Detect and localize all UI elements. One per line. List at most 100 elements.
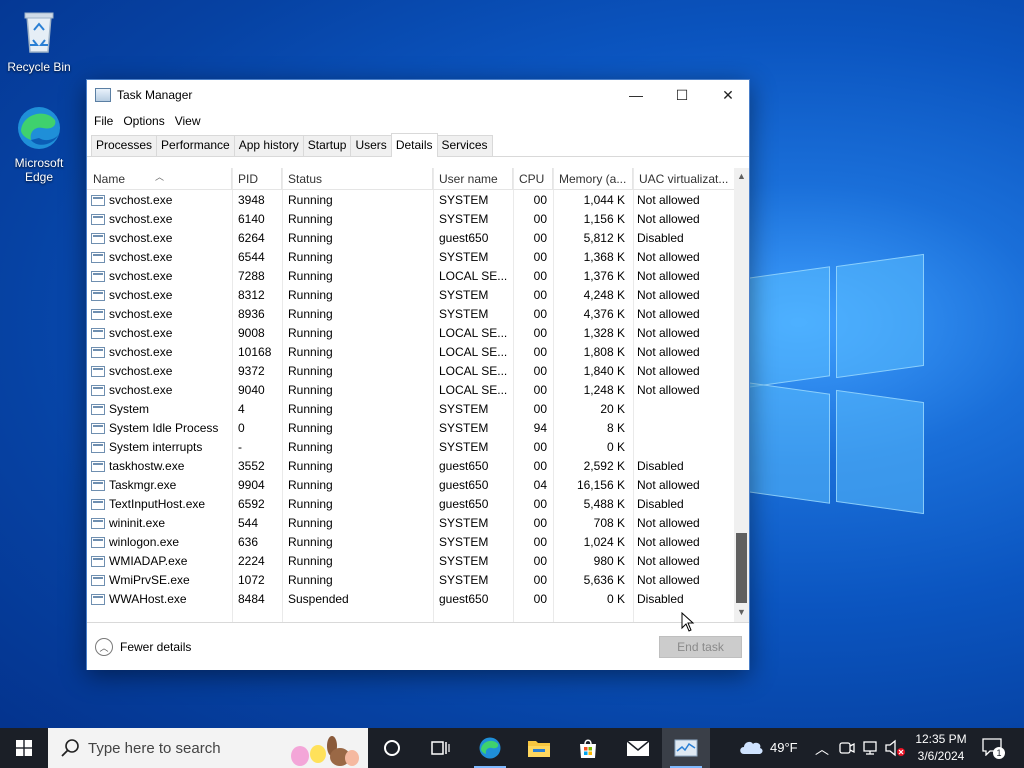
table-row[interactable]: svchost.exe 8312 Running SYSTEM 00 4,248 K Not… xyxy=(87,286,735,305)
weather-temperature[interactable]: 49°F xyxy=(770,740,798,755)
taskbar-store-button[interactable] xyxy=(564,728,612,768)
show-hidden-icons-chevron-icon[interactable]: ︿ xyxy=(815,739,829,759)
table-row[interactable]: svchost.exe 6264 Running guest650 00 5,812 K D… xyxy=(87,229,735,248)
table-row[interactable]: svchost.exe 3948 Running SYSTEM 00 1,044 K Not… xyxy=(87,191,735,210)
column-header-cpu[interactable]: CPU xyxy=(513,168,553,190)
cpu-cell: 00 xyxy=(533,497,547,511)
process-icon xyxy=(91,575,105,586)
memory-cell: 1,044 K xyxy=(583,193,625,207)
table-row[interactable]: TextInputHost.exe 6592 Running guest650 00 5,… xyxy=(87,495,735,514)
table-row[interactable]: wininit.exe 544 Running SYSTEM 00 708 K Not al… xyxy=(87,514,735,533)
scrollbar-thumb[interactable] xyxy=(736,533,747,603)
end-task-button[interactable]: End task xyxy=(659,636,742,658)
column-header-name[interactable]: ︿ Name xyxy=(87,168,232,190)
scroll-down-icon[interactable]: ▼ xyxy=(734,604,749,620)
column-header-user-name[interactable]: User name xyxy=(433,168,513,190)
cpu-cell: 00 xyxy=(533,345,547,359)
memory-cell: 980 K xyxy=(593,554,625,568)
table-row[interactable]: svchost.exe 6544 Running SYSTEM 00 1,368 K Not… xyxy=(87,248,735,267)
column-header-uac[interactable]: UAC virtualizat... xyxy=(633,168,735,190)
uac-cell: Not allowed xyxy=(637,288,700,302)
fewer-details-button[interactable]: ︿ Fewer details xyxy=(95,638,191,656)
network-icon[interactable] xyxy=(861,740,879,756)
tab-performance[interactable]: Performance xyxy=(156,135,235,156)
cpu-cell: 00 xyxy=(533,288,547,302)
menu-view[interactable]: View xyxy=(170,110,206,132)
desktop-icon-edge[interactable]: Microsoft Edge xyxy=(1,104,77,184)
table-row[interactable]: System interrupts - Running SYSTEM 00 0 K xyxy=(87,438,735,457)
table-row[interactable]: System 4 Running SYSTEM 00 20 K xyxy=(87,400,735,419)
pid-cell: 6140 xyxy=(238,212,265,226)
menu-file[interactable]: File xyxy=(89,110,118,132)
tab-processes[interactable]: Processes xyxy=(91,135,158,156)
table-row[interactable]: svchost.exe 9008 Running LOCAL SE... 00 1,328… xyxy=(87,324,735,343)
mouse-cursor-icon xyxy=(681,612,695,632)
table-row[interactable]: svchost.exe 8936 Running SYSTEM 00 4,376 K Not… xyxy=(87,305,735,324)
table-row[interactable]: svchost.exe 9040 Running LOCAL SE... 00 1,248… xyxy=(87,381,735,400)
weather-cloud-icon[interactable] xyxy=(738,738,764,756)
column-header-memory[interactable]: Memory (a... xyxy=(553,168,633,190)
status-cell: Running xyxy=(288,288,333,302)
minimize-button[interactable]: — xyxy=(613,80,659,110)
tab-details[interactable]: Details xyxy=(390,133,438,157)
clock-time[interactable]: 12:35 PM xyxy=(915,732,967,746)
clock-date[interactable]: 3/6/2024 xyxy=(913,749,969,763)
cortana-button[interactable] xyxy=(368,728,416,768)
table-row[interactable]: winlogon.exe 636 Running SYSTEM 00 1,024 K Not… xyxy=(87,533,735,552)
table-row[interactable]: svchost.exe 9372 Running LOCAL SE... 00 1,840… xyxy=(87,362,735,381)
windows-start-icon xyxy=(16,740,32,756)
desktop-icon-recycle-bin[interactable]: Recycle Bin xyxy=(1,8,77,74)
process-name: svchost.exe xyxy=(109,364,173,378)
vertical-scrollbar[interactable]: ▲ ▼ xyxy=(734,168,749,622)
tab-app-history[interactable]: App history xyxy=(233,135,304,156)
cpu-cell: 00 xyxy=(533,231,547,245)
uac-cell: Not allowed xyxy=(637,212,700,226)
taskbar-edge-button[interactable] xyxy=(466,728,514,768)
column-header-pid[interactable]: PID xyxy=(232,168,282,190)
process-icon xyxy=(91,461,105,472)
menu-options[interactable]: Options xyxy=(118,110,169,132)
taskbar-search-box[interactable]: Type here to search xyxy=(48,728,368,768)
memory-cell: 1,248 K xyxy=(583,383,625,397)
taskbar-file-explorer-button[interactable] xyxy=(515,728,563,768)
meet-now-icon[interactable] xyxy=(838,740,856,756)
scroll-up-icon[interactable]: ▲ xyxy=(734,168,749,184)
task-manager-window[interactable]: Task Manager — ☐ ✕ File Options View Pro… xyxy=(86,79,750,670)
fewer-details-label: Fewer details xyxy=(120,640,192,654)
start-button[interactable] xyxy=(0,728,48,768)
process-icon xyxy=(91,385,105,396)
table-row[interactable]: svchost.exe 10168 Running LOCAL SE... 00 1,80… xyxy=(87,343,735,362)
notification-count-badge: 1 xyxy=(993,747,1005,759)
tab-services[interactable]: Services xyxy=(436,135,493,156)
table-row[interactable]: svchost.exe 6140 Running SYSTEM 00 1,156 K Not… xyxy=(87,210,735,229)
taskbar-mail-button[interactable] xyxy=(614,728,662,768)
title-bar[interactable]: Task Manager — ☐ ✕ xyxy=(87,80,749,110)
taskbar-task-manager-button[interactable] xyxy=(662,728,710,768)
process-name: Taskmgr.exe xyxy=(109,478,177,492)
uac-cell: Disabled xyxy=(637,459,684,473)
uac-cell: Not allowed xyxy=(637,193,700,207)
close-button[interactable]: ✕ xyxy=(705,80,751,110)
tab-users[interactable]: Users xyxy=(350,135,392,156)
uac-cell: Disabled xyxy=(637,592,684,606)
pid-cell: 8312 xyxy=(238,288,265,302)
table-row[interactable]: svchost.exe 7288 Running LOCAL SE... 00 1,376… xyxy=(87,267,735,286)
table-row[interactable]: System Idle Process 0 Running SYSTEM 94 8 K xyxy=(87,419,735,438)
notification-center-button[interactable]: 1 xyxy=(982,738,1005,759)
table-row[interactable]: Taskmgr.exe 9904 Running guest650 04 16,156 K… xyxy=(87,476,735,495)
file-explorer-icon xyxy=(528,741,550,757)
table-row[interactable]: WmiPrvSE.exe 1072 Running SYSTEM 00 5,636 K No… xyxy=(87,571,735,590)
task-view-button[interactable] xyxy=(416,728,464,768)
tab-startup[interactable]: Startup xyxy=(302,135,352,156)
table-row[interactable]: taskhostw.exe 3552 Running guest650 00 2,592 … xyxy=(87,457,735,476)
maximize-button[interactable]: ☐ xyxy=(659,80,705,110)
table-row[interactable]: WWAHost.exe 8484 Suspended guest650 00 0 K Dis… xyxy=(87,590,735,609)
volume-muted-icon[interactable] xyxy=(884,739,906,757)
user-name-cell: guest650 xyxy=(439,592,489,606)
status-cell: Running xyxy=(288,440,333,454)
memory-cell: 1,840 K xyxy=(583,364,625,378)
process-name-cell: svchost.exe xyxy=(87,286,232,305)
uac-cell: Not allowed xyxy=(637,307,700,321)
table-row[interactable]: WMIADAP.exe 2224 Running SYSTEM 00 980 K Not a… xyxy=(87,552,735,571)
column-header-status[interactable]: Status xyxy=(282,168,433,190)
